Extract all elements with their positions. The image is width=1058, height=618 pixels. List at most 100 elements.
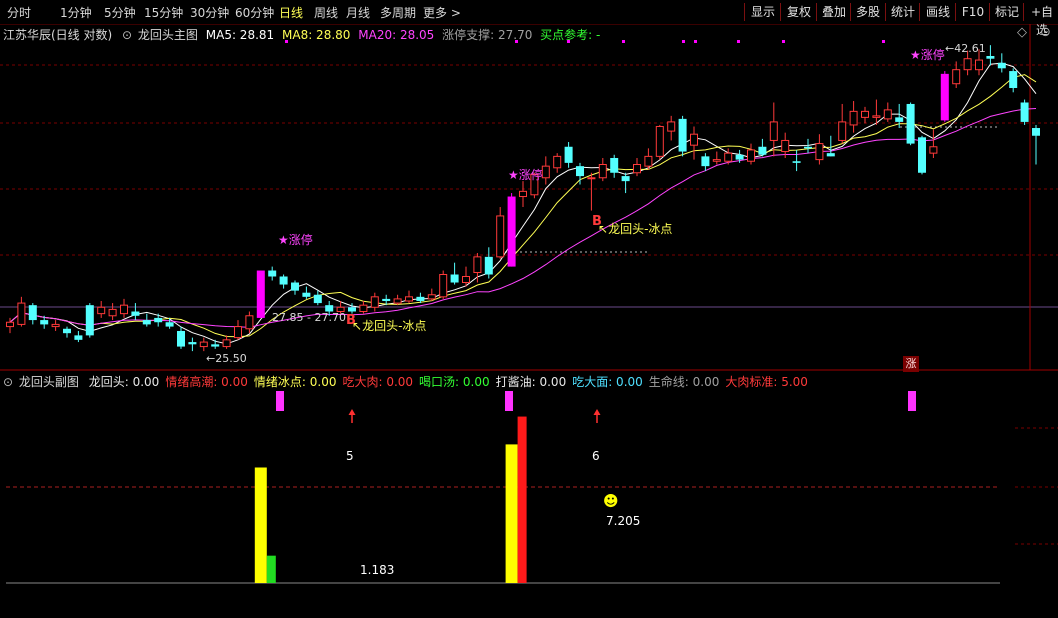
limit-up-badge: 涨 <box>903 356 919 372</box>
sub-legend-item: 吃大肉: 0.00 <box>342 375 414 389</box>
signal-dot <box>694 40 697 43</box>
signal-dot <box>622 40 625 43</box>
candle-body <box>51 323 60 328</box>
candle-body <box>940 73 949 121</box>
candle-body <box>142 320 151 325</box>
sub-bar1-label: 5 <box>346 449 354 463</box>
signal-dot <box>782 40 785 43</box>
candle-body <box>883 109 892 120</box>
candle-body <box>747 149 755 162</box>
sub-legend-items: 龙回头: 0.00 情绪高潮: 0.00 情绪冰点: 0.00 吃大肉: 0.00 喝口… <box>83 375 808 389</box>
candle-body <box>359 304 368 313</box>
candle-body <box>667 121 676 132</box>
sub-legend: ⊙ 龙回头副图 龙回头: 0.00 情绪高潮: 0.00 情绪冰点: 0.00 吃大肉… <box>3 373 808 390</box>
candle-body <box>28 305 37 321</box>
candle-body <box>450 274 459 283</box>
candle-body <box>291 282 299 291</box>
candle-body <box>313 294 322 304</box>
sub-legend-item: 吃大面: 0.00 <box>572 375 643 389</box>
candle-body <box>678 118 687 152</box>
candle-body <box>6 321 14 328</box>
candle-body <box>655 125 664 157</box>
candle-body <box>222 339 231 348</box>
sub-bar <box>254 467 267 583</box>
candle-body <box>849 110 858 126</box>
candle-body <box>382 298 391 301</box>
high-price-label: ←42.61 <box>945 42 986 55</box>
sub-settings-icon[interactable]: ⊙ <box>3 375 13 389</box>
candle-body <box>188 342 197 345</box>
signal-dot <box>515 40 518 43</box>
kline-chart[interactable] <box>0 0 1058 618</box>
limit-up-marker <box>908 391 916 411</box>
candle-body <box>986 56 995 59</box>
candle-body <box>929 146 938 154</box>
candles <box>6 45 1040 352</box>
candle-body <box>245 315 254 330</box>
candle-body <box>256 270 265 318</box>
candle-body <box>1009 71 1018 88</box>
candle-body <box>690 133 698 146</box>
candle-body <box>63 328 71 334</box>
candle-body <box>154 317 163 323</box>
signal-dot <box>882 40 885 43</box>
limit-up-marker <box>276 391 284 411</box>
candle-body <box>405 296 413 302</box>
candle-body <box>576 166 584 177</box>
signal-dot <box>682 40 685 43</box>
candle-body <box>758 146 767 155</box>
candle-body <box>826 153 835 157</box>
candle-body <box>735 154 744 160</box>
candle-body <box>804 146 812 149</box>
sub-bar2-label: 6 <box>592 449 600 463</box>
candle-body <box>507 196 516 267</box>
candle-body <box>120 304 128 315</box>
low-price-label: ←25.50 <box>206 352 247 365</box>
sub-legend-item: 情绪高潮: 0.00 <box>165 375 248 389</box>
chart-decorations <box>276 40 916 423</box>
signal-dot <box>285 40 288 43</box>
candle-body <box>541 165 550 179</box>
candle-body <box>268 270 277 277</box>
candle-body <box>633 164 641 174</box>
sub-chart-bars <box>254 416 527 583</box>
sub-bar1-small-label: 1.183 <box>360 563 395 577</box>
candle-body <box>781 139 790 153</box>
sub-bar <box>266 555 276 583</box>
candle-body <box>85 305 94 336</box>
candle-body <box>1032 128 1040 136</box>
limit-up-marker <box>505 391 513 411</box>
candle-body <box>427 294 436 300</box>
candle-body <box>131 311 140 316</box>
candle-body <box>769 121 778 141</box>
candle-body <box>211 344 220 347</box>
candle-body <box>553 155 562 169</box>
candle-body <box>393 298 402 304</box>
candle-body <box>815 143 824 161</box>
candle-body <box>610 157 619 173</box>
candle-body <box>439 273 448 298</box>
candle-body <box>598 164 607 179</box>
candle-body <box>963 58 972 71</box>
candle-body <box>97 306 106 315</box>
sub-legend-item: 喝口汤: 0.00 <box>419 375 490 389</box>
candle-body <box>997 62 1006 69</box>
candle-body <box>199 341 208 348</box>
candle-body <box>496 215 505 258</box>
candle-body <box>792 161 801 163</box>
candle-body <box>234 326 242 339</box>
candle-body <box>279 276 288 285</box>
candle-body <box>872 115 881 118</box>
sub-legend-item: 大肉标准: 5.00 <box>725 375 808 389</box>
candle-body <box>17 302 26 325</box>
limit-up-label-2: ★涨停 <box>508 168 543 182</box>
candle-body <box>712 159 721 162</box>
candle-body <box>484 256 493 275</box>
candle-body <box>952 69 961 85</box>
signal-dot <box>567 40 570 43</box>
sub-indicator-name[interactable]: 龙回头副图 <box>19 375 79 389</box>
candle-body <box>621 176 630 182</box>
sub-bar2-small-label: 7.205 <box>606 514 641 528</box>
sub-legend-item: 生命线: 0.00 <box>648 375 720 389</box>
candle-body <box>165 322 174 327</box>
